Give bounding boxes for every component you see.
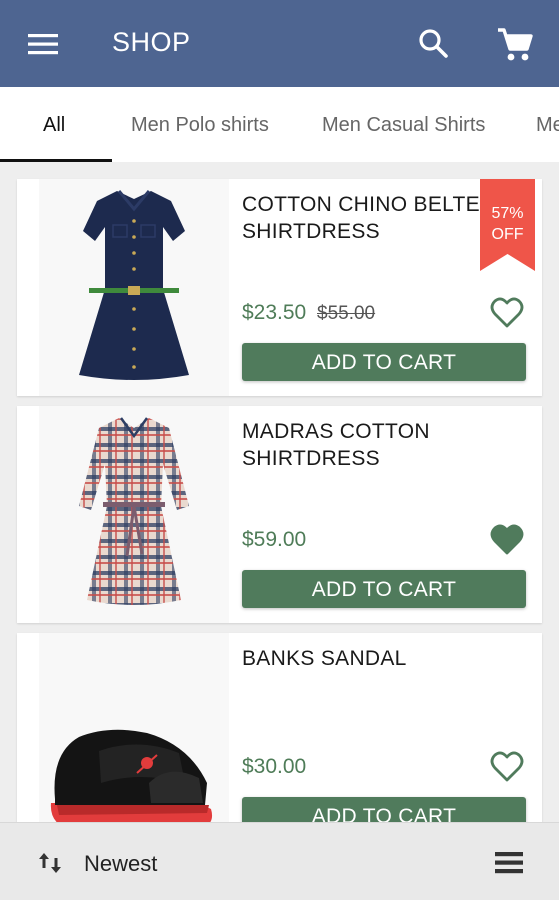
add-to-cart-button[interactable]: ADD TO CART	[242, 797, 526, 822]
cart-icon[interactable]	[494, 23, 536, 65]
app-bar: SHOP	[0, 0, 559, 87]
product-image-plaid-shirtdress[interactable]	[39, 406, 229, 623]
product-list[interactable]: COTTON CHINO BELTE SHIRTDRESS $23.50 $55…	[0, 162, 559, 822]
product-price: $23.50	[242, 301, 307, 324]
discount-badge: 57% OFF	[480, 179, 535, 271]
favorite-filled-icon[interactable]	[487, 520, 527, 560]
product-name[interactable]: BANKS SANDAL	[242, 645, 482, 672]
sort-label[interactable]: Newest	[84, 851, 157, 877]
tab-men-polo-shirts[interactable]: Men Polo shirts	[131, 87, 269, 162]
add-to-cart-button[interactable]: ADD TO CART	[242, 343, 526, 381]
product-name[interactable]: COTTON CHINO BELTE SHIRTDRESS	[242, 191, 482, 245]
product-card[interactable]: COTTON CHINO BELTE SHIRTDRESS $23.50 $55…	[17, 179, 542, 396]
product-image-navy-shirtdress[interactable]	[39, 179, 229, 396]
tab-all[interactable]: All	[43, 87, 65, 162]
discount-text: 57% OFF	[480, 203, 535, 245]
sort-icon[interactable]	[36, 849, 64, 877]
app-title: SHOP	[112, 27, 191, 57]
discount-percent: 57%	[491, 205, 524, 222]
category-tabs: All Men Polo shirts Men Casual Shirts Me	[0, 87, 559, 162]
menu-icon[interactable]	[18, 26, 68, 62]
tab-men-casual-shirts[interactable]: Men Casual Shirts	[322, 87, 485, 162]
list-view-icon[interactable]	[494, 850, 524, 876]
product-name[interactable]: MADRAS COTTON SHIRTDRESS	[242, 418, 482, 472]
product-image-black-red-sandal[interactable]	[39, 633, 229, 822]
product-card[interactable]: MADRAS COTTON SHIRTDRESS $59.00 ADD TO C…	[17, 406, 542, 623]
product-old-price: $55.00	[317, 303, 376, 324]
bottom-sort-bar: Newest	[0, 822, 559, 900]
search-icon[interactable]	[414, 24, 454, 64]
tab-more-truncated[interactable]: Me	[536, 87, 559, 162]
favorite-outline-icon[interactable]	[487, 747, 527, 787]
product-price: $59.00	[242, 528, 307, 551]
add-to-cart-button[interactable]: ADD TO CART	[242, 570, 526, 608]
discount-label: OFF	[491, 226, 524, 243]
product-card[interactable]: BANKS SANDAL $30.00 ADD TO CART	[17, 633, 542, 822]
favorite-outline-icon[interactable]	[487, 293, 527, 333]
product-price: $30.00	[242, 755, 307, 778]
